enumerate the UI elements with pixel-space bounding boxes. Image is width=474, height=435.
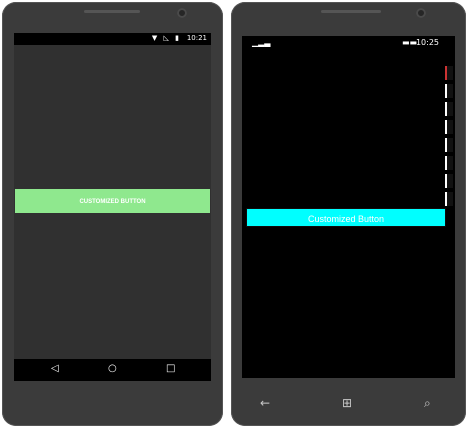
search-icon[interactable]: ⌕: [424, 396, 431, 411]
back-icon[interactable]: ←: [260, 396, 270, 410]
counter-segment: [445, 66, 453, 80]
camera-icon: [177, 8, 187, 18]
android-device-frame: ▼ ◺ ▮ 10:21 CUSTOMIZED BUTTON ◁ ○ □: [2, 2, 223, 426]
recent-apps-icon[interactable]: □: [166, 363, 175, 374]
frame-rate-counter: [445, 66, 453, 236]
android-screen: ▼ ◺ ▮ 10:21 CUSTOMIZED BUTTON ◁ ○ □: [14, 33, 211, 381]
counter-segment: [445, 84, 453, 98]
windows-screen: ▁▂▃ ▬▬ 10:25 Customized Button: [242, 36, 455, 378]
back-icon[interactable]: ◁: [51, 363, 59, 374]
counter-segment: [445, 138, 453, 152]
customized-button[interactable]: CUSTOMIZED BUTTON: [15, 189, 210, 213]
android-status-bar: ▼ ◺ ▮ 10:21: [14, 33, 211, 45]
counter-segment: [445, 192, 453, 206]
windows-nav-bar: ← ⊞ ⌕: [242, 394, 455, 416]
customized-button[interactable]: Customized Button: [246, 208, 446, 227]
camera-icon: [416, 8, 426, 18]
status-icons: ▼ ◺ ▮: [151, 34, 181, 42]
speaker-grille: [84, 10, 140, 13]
signal-icon: ▁▂▃: [252, 38, 271, 47]
counter-segment: [445, 174, 453, 188]
status-time: 10:25: [415, 38, 439, 47]
home-icon[interactable]: ○: [108, 363, 117, 374]
windows-start-icon[interactable]: ⊞: [342, 396, 352, 410]
android-nav-bar: ◁ ○ □: [14, 359, 211, 381]
counter-segment: [445, 102, 453, 116]
battery-icon: ▬▬: [402, 38, 418, 47]
counter-segment: [445, 120, 453, 134]
speaker-grille: [321, 10, 381, 13]
windows-device-frame: ▁▂▃ ▬▬ 10:25 Customized Button ← ⊞ ⌕: [231, 2, 466, 426]
counter-segment: [445, 156, 453, 170]
windows-status-bar: ▁▂▃ ▬▬ 10:25: [242, 36, 455, 50]
status-time: 10:21: [186, 34, 207, 42]
